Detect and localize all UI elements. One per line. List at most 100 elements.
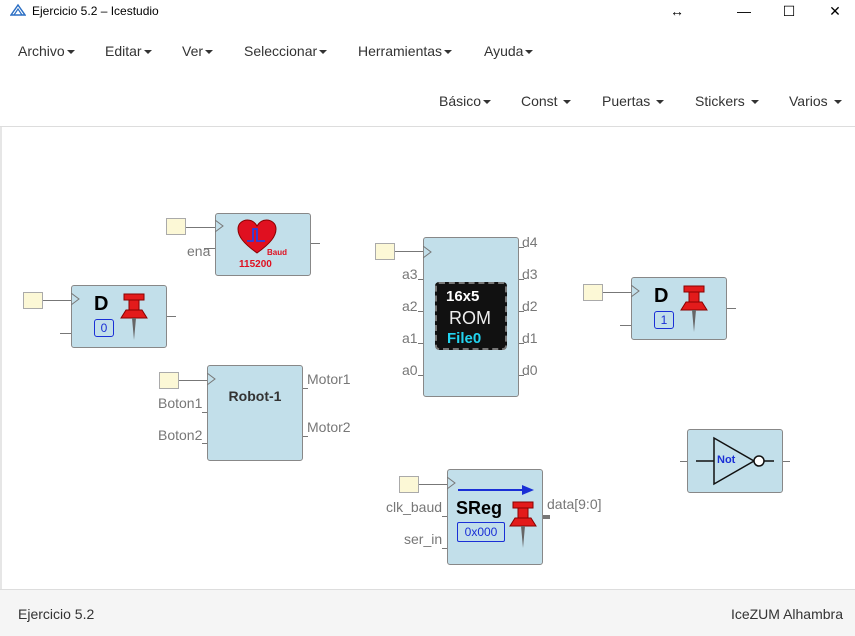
clock-input-icon bbox=[631, 285, 640, 298]
rom-input-label: a3 bbox=[402, 266, 418, 282]
menu-label: Ver bbox=[182, 43, 204, 59]
close-button[interactable]: ✕ bbox=[812, 0, 855, 22]
menu-label: Ayuda bbox=[484, 43, 524, 59]
bus-wire bbox=[542, 515, 550, 519]
toolbar-basico[interactable]: Básico bbox=[439, 93, 492, 109]
menu-ayuda[interactable]: Ayuda bbox=[484, 43, 534, 59]
rom-clock-input-pin[interactable] bbox=[375, 243, 395, 260]
caret-down-icon bbox=[205, 50, 214, 55]
baud-label: Baud bbox=[267, 248, 287, 257]
toolbar-label: Stickers bbox=[695, 93, 745, 109]
baud-ena-label: ena bbox=[187, 243, 211, 259]
menu-ver[interactable]: Ver bbox=[182, 43, 214, 59]
rom-input-label: a2 bbox=[402, 298, 418, 314]
not-gate-block[interactable]: Not bbox=[687, 429, 783, 493]
wire bbox=[419, 484, 448, 485]
wire bbox=[603, 292, 631, 293]
pushpin-icon bbox=[509, 501, 537, 548]
wire bbox=[395, 251, 424, 252]
rom-output-label: d3 bbox=[522, 266, 538, 282]
minimize-button[interactable]: — bbox=[721, 0, 767, 22]
maximize-button[interactable]: ☐ bbox=[766, 0, 812, 22]
board-name[interactable]: IceZUM Alhambra bbox=[731, 606, 843, 622]
rom-block[interactable]: 16x5 ROM File0 bbox=[423, 237, 519, 397]
wire bbox=[782, 461, 790, 462]
robot-output-label: Motor2 bbox=[307, 419, 351, 435]
rom-chip-icon: 16x5 ROM File0 bbox=[435, 282, 507, 350]
robot-input-label: Boton2 bbox=[158, 427, 203, 443]
caret-down-icon bbox=[525, 50, 534, 55]
robot-name: Robot-1 bbox=[228, 388, 282, 404]
wire bbox=[186, 227, 216, 228]
caret-down-icon bbox=[750, 100, 759, 105]
toolbar-varios[interactable]: Varios bbox=[789, 93, 842, 109]
caret-down-icon bbox=[444, 50, 453, 55]
dff0-block[interactable]: D 0 bbox=[71, 285, 167, 348]
caret-down-icon bbox=[833, 100, 842, 105]
menu-editar[interactable]: Editar bbox=[105, 43, 152, 59]
menu-label: Herramientas bbox=[358, 43, 443, 59]
menu-label: Editar bbox=[105, 43, 142, 59]
toolbar-stickers[interactable]: Stickers bbox=[695, 93, 759, 109]
toolbar-label: Const bbox=[521, 93, 558, 109]
clock-input-icon bbox=[71, 293, 80, 306]
wire bbox=[43, 300, 71, 301]
dff0-init-value: 0 bbox=[94, 319, 114, 337]
rom-input-label: a0 bbox=[402, 362, 418, 378]
sreg-name: SReg bbox=[456, 498, 503, 518]
wire bbox=[310, 243, 320, 244]
rom-chip-line1: 16x5 bbox=[446, 288, 480, 305]
dff0-clock-input-pin[interactable] bbox=[23, 292, 43, 309]
rom-chip-line2: ROM bbox=[449, 308, 491, 328]
toolbar-puertas[interactable]: Puertas bbox=[602, 93, 665, 109]
sreg-clock-input-pin[interactable] bbox=[399, 476, 419, 493]
robot-output-label: Motor1 bbox=[307, 371, 351, 387]
caret-down-icon bbox=[656, 100, 665, 105]
menu-herramientas[interactable]: Herramientas bbox=[358, 43, 453, 59]
dff0-name: D bbox=[94, 293, 109, 315]
status-bar: Ejercicio 5.2 IceZUM Alhambra bbox=[0, 589, 855, 636]
menu-archivo[interactable]: Archivo bbox=[18, 43, 75, 59]
not-gate-label: Not bbox=[717, 454, 736, 466]
rom-chip-line3: File0 bbox=[447, 330, 482, 347]
menu-seleccionar[interactable]: Seleccionar bbox=[244, 43, 328, 59]
caret-down-icon bbox=[483, 100, 492, 105]
dff1-init-value: 1 bbox=[654, 311, 674, 329]
dff1-block[interactable]: D 1 bbox=[631, 277, 727, 340]
wire bbox=[620, 325, 631, 326]
menu-label: Seleccionar bbox=[244, 43, 318, 59]
dff1-name: D bbox=[654, 285, 669, 307]
baud-generator-block[interactable]: Baud 115200 bbox=[215, 213, 311, 276]
clock-input-icon bbox=[215, 220, 224, 233]
wire bbox=[726, 308, 736, 309]
wire bbox=[179, 380, 208, 381]
title-bar: Ejercicio 5.2 – Icestudio ↔ — ☐ ✕ bbox=[0, 0, 855, 22]
robot-block[interactable]: Robot-1 bbox=[207, 365, 303, 461]
sreg-block[interactable]: SReg 0x000 bbox=[447, 469, 543, 565]
wire bbox=[60, 333, 71, 334]
toolbar-const[interactable]: Const bbox=[521, 93, 572, 109]
caret-down-icon bbox=[143, 50, 152, 55]
baud-ena-input-pin[interactable] bbox=[166, 218, 186, 235]
dff1-clock-input-pin[interactable] bbox=[583, 284, 603, 301]
clock-input-icon bbox=[423, 246, 432, 259]
sreg-input-label: clk_baud bbox=[386, 499, 443, 515]
resize-icon[interactable]: ↔ bbox=[654, 0, 700, 22]
rom-output-label: d1 bbox=[522, 330, 538, 346]
baud-value: 115200 bbox=[239, 259, 272, 270]
robot-input-label: Boton1 bbox=[158, 395, 203, 411]
robot-clock-input-pin[interactable] bbox=[159, 372, 179, 389]
pushpin-icon bbox=[120, 293, 148, 340]
caret-down-icon bbox=[66, 50, 75, 55]
rom-output-label: d2 bbox=[522, 298, 538, 314]
rom-output-label: d0 bbox=[522, 362, 538, 378]
shift-arrow-icon bbox=[458, 485, 534, 495]
sreg-output-label: data[9:0] bbox=[547, 496, 602, 512]
pushpin-icon bbox=[680, 285, 708, 332]
caret-down-icon bbox=[563, 100, 572, 105]
toolbar-label: Varios bbox=[789, 93, 828, 109]
clock-input-icon bbox=[207, 373, 216, 386]
rom-input-label: a1 bbox=[402, 330, 418, 346]
window-title: Ejercicio 5.2 – Icestudio bbox=[32, 4, 159, 18]
icestudio-logo-icon bbox=[10, 3, 26, 16]
